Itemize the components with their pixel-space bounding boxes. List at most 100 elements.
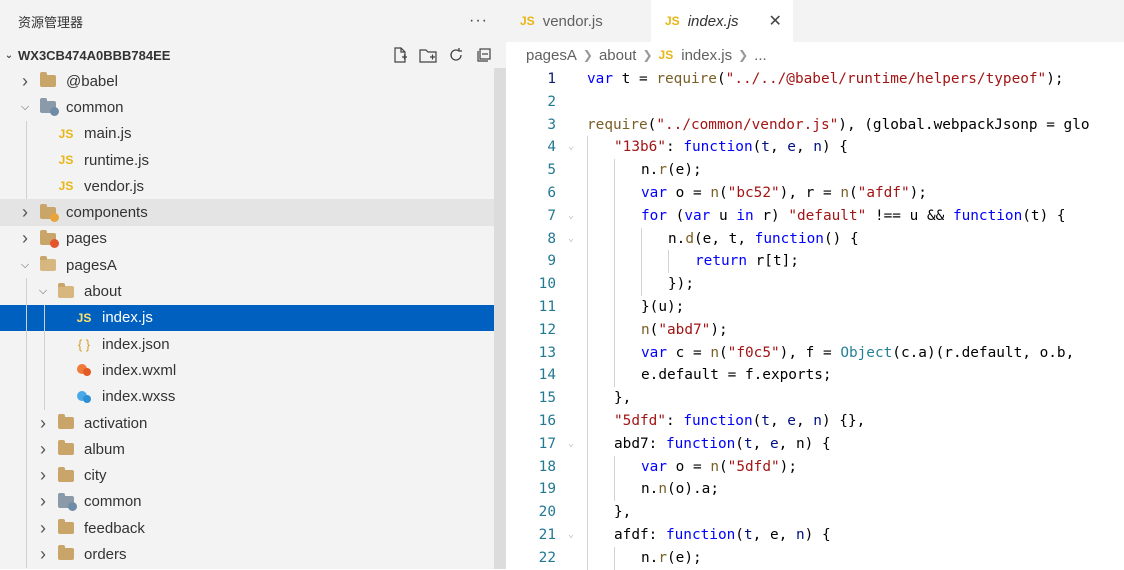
explorer-actions — [390, 45, 494, 65]
folder-icon — [58, 440, 74, 456]
line-number: 5 — [547, 162, 556, 179]
folder-icon — [40, 229, 59, 248]
tree-item-label: album — [84, 440, 125, 458]
code-editor[interactable]: 1 var t = require("../../@babel/runtime/h… — [506, 68, 1124, 570]
tree-item-index-js[interactable]: JS index.js — [0, 304, 494, 331]
tree-item-common[interactable]: › common — [0, 488, 494, 516]
fold-chevron-icon[interactable]: ⌄ — [568, 228, 574, 251]
fold-chevron-icon[interactable]: ⌄ — [568, 524, 574, 547]
tab-index-js[interactable]: JS index.js ✕ — [651, 0, 793, 42]
line-number: 3 — [547, 116, 556, 133]
explorer-sidebar: 资源管理器 ··· ⌄ WX3CB474A0BBB784EE › @babel ⌵ c… — [0, 0, 506, 569]
folder-icon — [58, 414, 74, 430]
line-number: 21 — [538, 526, 556, 543]
tree-item-pages[interactable]: › pages — [0, 226, 494, 252]
indent-guide — [44, 304, 45, 331]
code-text: n.r(e); — [587, 159, 702, 182]
tree-item-orders[interactable]: › orders — [0, 541, 494, 568]
breadcrumb-file[interactable]: index.js — [681, 47, 732, 64]
chevron-right-icon: › — [22, 228, 28, 249]
code-text: n.r(e); — [587, 546, 702, 570]
tree-item-components[interactable]: › components — [0, 199, 494, 226]
tree-item-about[interactable]: ⌵ about — [0, 278, 494, 305]
line-number: 7 — [547, 207, 556, 224]
folder-icon — [58, 466, 74, 483]
chevron-right-icon: ❯ — [642, 48, 653, 62]
breadcrumb-ellipsis[interactable]: ... — [754, 47, 767, 64]
tree-item-album[interactable]: › album — [0, 436, 494, 463]
project-root[interactable]: ⌄ WX3CB474A0BBB784EE — [0, 42, 506, 68]
tree-item-label: city — [84, 467, 107, 485]
line-number: 14 — [538, 367, 556, 384]
close-icon[interactable]: ✕ — [769, 11, 782, 31]
new-folder-icon[interactable] — [418, 45, 438, 65]
tree-item--babel[interactable]: › @babel — [0, 68, 494, 94]
tree-item-pagesa[interactable]: ⌵ pagesA — [0, 252, 494, 278]
code-text: "13b6": function(t, e, n) { — [587, 136, 848, 160]
code-text: var c = n("f0c5"), f = Object(c.a)(r.def… — [587, 341, 1074, 365]
project-name: WX3CB474A0BBB784EE — [18, 47, 171, 63]
indent-guide — [26, 409, 27, 437]
more-actions-icon[interactable]: ··· — [469, 12, 488, 30]
code-line: 20 }, — [506, 501, 1124, 524]
json-file-icon: { } — [77, 336, 91, 352]
code-line: 2 — [506, 91, 1124, 114]
wxss-file-icon — [76, 390, 92, 404]
code-line: 4 ⌄ "13b6": function(t, e, n) { — [506, 136, 1124, 160]
line-number: 9 — [547, 253, 556, 270]
tree-item-index-wxml[interactable]: index.wxml — [0, 357, 494, 384]
chevron-down-icon: ⌵ — [20, 258, 30, 271]
code-line: 15 }, — [506, 387, 1124, 410]
line-number: 4 — [547, 139, 556, 156]
editor-area: JS vendor.js JS index.js ✕ pagesA ❯ abou… — [506, 0, 1124, 570]
code-line: 1 var t = require("../../@babel/runtime/h… — [506, 68, 1124, 91]
tree-item-label: pages — [66, 230, 107, 248]
sidebar-scrollbar[interactable] — [494, 68, 506, 569]
new-file-icon[interactable] — [390, 45, 410, 65]
tree-item-label: common — [84, 493, 142, 511]
code-text: e.default = f.exports; — [587, 364, 832, 388]
tree-item-index-wxss[interactable]: index.wxss — [0, 383, 494, 410]
tree-item-common[interactable]: ⌵ common — [0, 94, 494, 120]
editor-tabs: JS vendor.js JS index.js ✕ — [506, 0, 1124, 42]
fold-chevron-icon[interactable]: ⌄ — [568, 433, 574, 456]
code-line: 8 ⌄ n.d(e, t, function() { — [506, 227, 1124, 251]
line-number: 13 — [538, 344, 556, 361]
tree-item-city[interactable]: › city — [0, 462, 494, 489]
tree-item-runtime-js[interactable]: JS runtime.js — [0, 146, 494, 174]
refresh-icon[interactable] — [446, 45, 466, 65]
tree-item-main-js[interactable]: JS main.js — [0, 120, 494, 147]
js-file-icon: JS — [58, 153, 74, 168]
fold-chevron-icon[interactable]: ⌄ — [568, 205, 574, 228]
code-line: 17 ⌄ abd7: function(t, e, n) { — [506, 432, 1124, 456]
collapse-all-icon[interactable] — [474, 45, 494, 65]
code-text: n.d(e, t, function() { — [587, 227, 859, 251]
indent-guide — [26, 541, 27, 568]
line-number: 17 — [538, 435, 556, 452]
indent-guide — [26, 330, 27, 358]
code-text: afdf: function(t, e, n) { — [587, 523, 831, 547]
fold-chevron-icon[interactable]: ⌄ — [568, 136, 574, 159]
breadcrumb-item[interactable]: pagesA — [526, 47, 577, 64]
tree-item-label: index.js — [102, 309, 153, 327]
tree-item-label: main.js — [84, 125, 132, 143]
chevron-right-icon: › — [40, 517, 46, 538]
code-line: 18 var o = n("5dfd"); — [506, 455, 1124, 479]
line-number: 6 — [547, 184, 556, 201]
tree-item-feedback[interactable]: › feedback — [0, 515, 494, 542]
tree-item-index-json[interactable]: { } index.json — [0, 330, 494, 358]
indent-guide — [26, 462, 27, 489]
chevron-right-icon: › — [22, 202, 28, 223]
tab-vendor-js[interactable]: JS vendor.js — [506, 0, 651, 42]
tree-item-vendor-js[interactable]: JS vendor.js — [0, 173, 494, 200]
code-text: var o = n("5dfd"); — [587, 455, 797, 479]
tree-item-label: @babel — [66, 72, 118, 90]
code-text: "5dfd": function(t, e, n) {}, — [587, 409, 865, 433]
breadcrumb-item[interactable]: about — [599, 47, 637, 64]
line-number: 2 — [547, 93, 556, 110]
wxml-file-icon — [76, 363, 92, 377]
line-number: 20 — [538, 504, 556, 521]
tree-item-activation[interactable]: › activation — [0, 409, 494, 437]
line-number: 12 — [538, 321, 556, 338]
js-file-icon: JS — [520, 14, 535, 28]
